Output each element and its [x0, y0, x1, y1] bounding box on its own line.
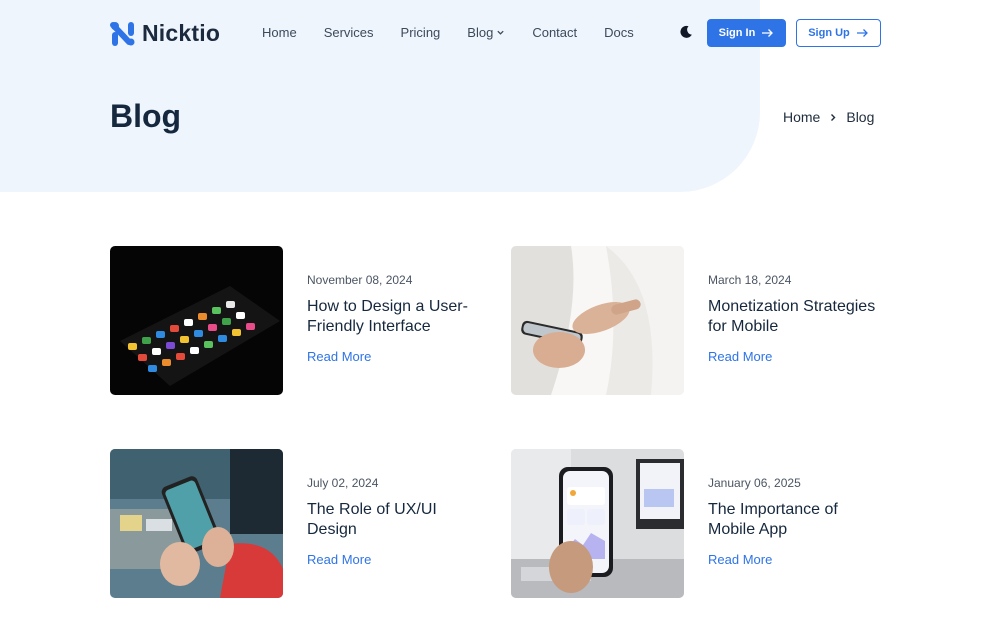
nav-item-blog[interactable]: Blog — [467, 25, 505, 40]
chevron-down-icon — [497, 30, 504, 35]
blog-post-card: November 08, 2024 How to Design a User-F… — [110, 246, 490, 396]
phone-analytics-image[interactable] — [511, 449, 684, 598]
blog-post-card: January 06, 2025 The Importance of Mobil… — [511, 449, 891, 599]
read-more-link[interactable]: Read More — [307, 349, 371, 364]
hand-holding-phone-image[interactable] — [511, 246, 684, 395]
chevron-right-icon — [831, 113, 836, 121]
main-nav: Home Services Pricing Blog Contact Docs — [262, 25, 661, 40]
nav-item-label: Pricing — [400, 25, 441, 40]
brand-name: Nicktio — [142, 20, 221, 46]
nav-item-label: Home — [262, 25, 297, 40]
nav-item-home[interactable]: Home — [262, 25, 297, 40]
post-date: November 08, 2024 — [307, 273, 413, 287]
blog-post-card: March 18, 2024 Monetization Strategies f… — [511, 246, 891, 396]
nav-item-docs[interactable]: Docs — [604, 25, 634, 40]
logo[interactable]: Nicktio — [110, 20, 220, 47]
nav-item-contact[interactable]: Contact — [532, 25, 577, 40]
post-title[interactable]: How to Design a User-Friendly Interface — [307, 297, 487, 337]
sign-in-button[interactable]: Sign In — [707, 19, 786, 47]
post-title[interactable]: Monetization Strategies for Mobile — [708, 297, 888, 337]
logo-mark-icon — [110, 21, 135, 46]
read-more-link[interactable]: Read More — [307, 552, 371, 567]
phone-apps-dark-image[interactable] — [110, 246, 283, 395]
sign-in-label: Sign In — [718, 27, 756, 39]
post-date: January 06, 2025 — [708, 476, 801, 490]
post-title[interactable]: The Role of UX/UI Design — [307, 500, 487, 540]
breadcrumb-home[interactable]: Home — [783, 109, 820, 125]
arrow-right-icon — [762, 29, 774, 37]
read-more-link[interactable]: Read More — [708, 349, 772, 364]
read-more-link[interactable]: Read More — [708, 552, 772, 567]
site-header: Nicktio Home Services Pricing Blog Conta… — [0, 0, 992, 66]
post-date: July 02, 2024 — [307, 476, 379, 490]
post-date: March 18, 2024 — [708, 273, 792, 287]
moon-icon[interactable] — [679, 25, 693, 39]
page-title: Blog — [110, 98, 182, 134]
breadcrumb: Home Blog — [783, 109, 874, 125]
nav-item-pricing[interactable]: Pricing — [401, 25, 441, 40]
breadcrumb-current: Blog — [846, 109, 875, 125]
sign-up-label: Sign Up — [808, 27, 850, 39]
nav-item-services[interactable]: Services — [324, 25, 374, 40]
blog-post-card: July 02, 2024 The Role of UX/UI Design R… — [110, 449, 490, 599]
nav-item-label: Services — [323, 25, 374, 40]
phone-desk-image[interactable] — [110, 449, 283, 598]
post-title[interactable]: The Importance of Mobile App — [708, 500, 888, 540]
nav-item-label: Docs — [604, 25, 634, 40]
nav-item-label: Contact — [532, 25, 578, 40]
arrow-right-icon — [856, 29, 868, 37]
nav-item-label: Blog — [467, 25, 494, 40]
sign-up-button[interactable]: Sign Up — [796, 19, 881, 47]
